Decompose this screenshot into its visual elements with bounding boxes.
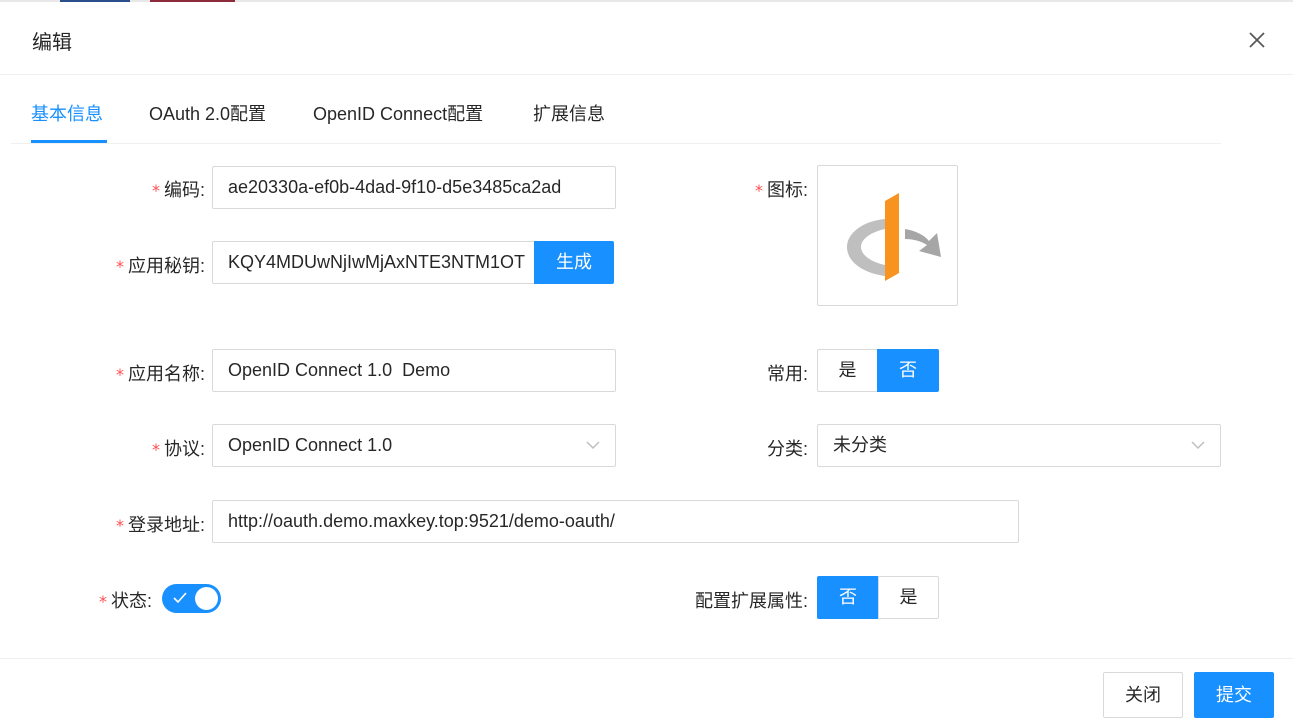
tab-oauth2-config[interactable]: OAuth 2.0配置: [149, 100, 266, 126]
generate-secret-button[interactable]: 生成: [534, 241, 614, 284]
category-select[interactable]: 未分类: [817, 424, 1221, 467]
status-label: * 状态:: [98, 591, 152, 611]
app-name-label: * 应用名称:: [115, 364, 205, 384]
modal-title: 编辑: [32, 32, 72, 54]
protocol-label: * 协议:: [151, 439, 205, 459]
login-url-label: * 登录地址:: [115, 515, 205, 535]
login-url-input[interactable]: http://oauth.demo.maxkey.top:9521/demo-o…: [212, 500, 1019, 543]
ext-attrs-no-option[interactable]: 否: [817, 576, 879, 619]
tab-openid-config[interactable]: OpenID Connect配置: [313, 100, 483, 126]
openid-logo-icon: [847, 193, 941, 281]
tab-basic-info[interactable]: 基本信息: [31, 100, 103, 126]
check-icon: [173, 592, 187, 604]
code-label: * 编码:: [151, 180, 205, 200]
common-yes-option[interactable]: 是: [817, 349, 878, 392]
icon-label: * 图标:: [754, 180, 808, 200]
secret-input[interactable]: KQY4MDUwNjIwMjAxNTE3NTM1OT: [212, 241, 535, 284]
secret-label: * 应用秘钥:: [115, 256, 205, 276]
chevron-down-icon: [1191, 441, 1205, 450]
protocol-select[interactable]: OpenID Connect 1.0: [212, 424, 616, 467]
status-toggle[interactable]: [162, 584, 221, 613]
category-label: 分类:: [766, 439, 808, 459]
chevron-down-icon: [586, 441, 600, 450]
ext-attrs-yes-option[interactable]: 是: [878, 576, 939, 619]
modal-footer: 关闭 提交: [0, 658, 1293, 728]
category-select-value: 未分类: [833, 435, 887, 455]
code-input[interactable]: ae20330a-ef0b-4dad-9f10-d5e3485ca2ad: [212, 166, 616, 209]
tab-bar: 基本信息 OAuth 2.0配置 OpenID Connect配置 扩展信息: [11, 75, 1221, 144]
modal-header: 编辑: [0, 2, 1293, 75]
close-button[interactable]: 关闭: [1103, 672, 1183, 718]
app-name-input[interactable]: OpenID Connect 1.0 Demo: [212, 349, 616, 392]
close-icon[interactable]: [1243, 26, 1271, 54]
tab-extended-info[interactable]: 扩展信息: [533, 100, 605, 126]
toggle-knob: [195, 587, 218, 610]
common-no-option[interactable]: 否: [877, 349, 939, 392]
common-label: 常用:: [766, 364, 808, 384]
submit-button[interactable]: 提交: [1194, 672, 1274, 718]
active-tab-indicator: [31, 140, 107, 143]
ext-attrs-label: 配置扩展属性:: [694, 591, 808, 611]
protocol-select-value: OpenID Connect 1.0: [228, 435, 393, 455]
icon-upload-box[interactable]: [817, 165, 958, 306]
